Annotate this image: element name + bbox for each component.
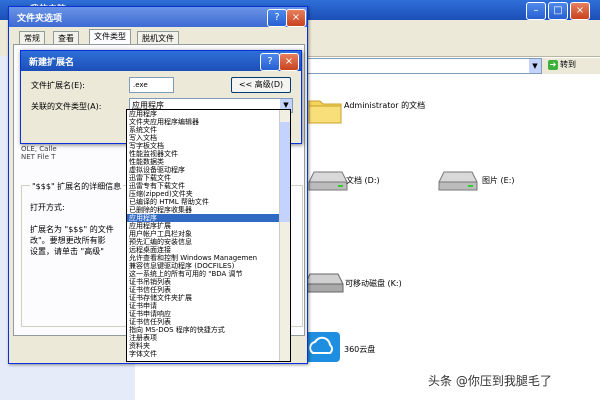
watermark-text: 头条 @你压到我腿毛了 xyxy=(428,374,552,388)
cloud-drive-label[interactable]: 360云盘 xyxy=(344,344,375,355)
dropdown-option[interactable]: 证书信任列表 xyxy=(127,286,279,294)
dropdown-option[interactable]: 性能数据类 xyxy=(127,158,279,166)
dropdown-option[interactable]: 应用程序扩展 xyxy=(127,222,279,230)
details-text: 扩展名为 "$$$" 的文件 xyxy=(30,225,114,234)
dropdown-option[interactable]: 写字板文档 xyxy=(127,142,279,150)
explorer-window-buttons: – □ × xyxy=(526,2,596,20)
dropdown-option[interactable]: 字体文件 xyxy=(127,350,279,358)
address-bar: ▼ ➔ 转到 xyxy=(300,58,600,74)
extension-input[interactable]: .exe xyxy=(129,77,174,93)
close-icon[interactable]: × xyxy=(570,2,590,20)
folder-item-label[interactable]: Administrator 的文档 xyxy=(344,100,454,111)
drive-e-label[interactable]: 图片 (E:) xyxy=(482,175,515,186)
dropdown-option[interactable]: 证书信任列表 xyxy=(127,318,279,326)
chevron-down-icon[interactable]: ▼ xyxy=(529,59,541,73)
dropdown-option[interactable]: 证书存储文件夹扩展 xyxy=(127,294,279,302)
address-input[interactable]: ▼ xyxy=(300,58,542,74)
dropdown-option[interactable]: 文件夹应用程序编辑器 xyxy=(127,118,279,126)
details-heading: "$$$" 扩展名的详细信息 xyxy=(30,181,124,192)
folder-icon[interactable] xyxy=(308,96,342,124)
dropdown-option[interactable]: 允许查看和控制 Windows Managemen xyxy=(127,254,279,262)
advanced-button[interactable]: << 高级(D) xyxy=(231,77,291,93)
help-icon[interactable]: ? xyxy=(260,53,280,71)
dropdown-option[interactable]: 迅雷下载文件 xyxy=(127,174,279,182)
dropdown-option[interactable]: 已删除的程序收集器 xyxy=(127,206,279,214)
dropdown-option[interactable]: 迅雷专有下载文件 xyxy=(127,182,279,190)
dropdown-option[interactable]: 指向 MS-DOS 程序的快捷方式 xyxy=(127,326,279,334)
dropdown-option[interactable]: 远程桌面连接 xyxy=(127,246,279,254)
dropdown-option[interactable]: 资料夹 xyxy=(127,342,279,350)
new-extension-titlebar: 新建扩展名 ? × xyxy=(21,51,301,71)
folder-options-titlebar: 文件夹选项 ? × xyxy=(9,7,307,27)
tab-offline-files[interactable]: 脱机文件 xyxy=(137,31,179,45)
help-icon[interactable]: ? xyxy=(267,9,287,27)
minimize-icon[interactable]: – xyxy=(526,2,546,20)
go-arrow-icon: ➔ xyxy=(548,59,558,70)
go-button[interactable]: ➔ 转到 xyxy=(548,58,598,72)
drive-icon[interactable] xyxy=(438,170,478,192)
list-item[interactable]: NET File T xyxy=(21,153,131,161)
close-icon[interactable]: × xyxy=(279,53,299,71)
dropdown-option[interactable]: 已编译的 HTML 帮助文件 xyxy=(127,198,279,206)
tab-general[interactable]: 常规 xyxy=(19,31,45,45)
file-type-dropdown-list[interactable]: 应用程序 文件夹应用程序编辑器 系统文件 写入文档 写字板文档 性能监视器文件 性能数据类虚… xyxy=(126,109,291,362)
drive-k-label[interactable]: 可移动磁盘 (K:) xyxy=(345,278,402,289)
dropdown-option[interactable]: 写入文档 xyxy=(127,134,279,142)
dropdown-option[interactable]: 证书申请 xyxy=(127,302,279,310)
details-text: 设置，请单击 "高级" xyxy=(30,247,104,256)
dropdown-option[interactable]: 虚拟设备驱动程序 xyxy=(127,166,279,174)
dropdown-option[interactable]: 应用程序 xyxy=(127,110,279,118)
dropdown-option[interactable]: 应用程序 xyxy=(127,214,279,222)
dropdown-option[interactable]: 预先汇编的安装信息 xyxy=(127,238,279,246)
dropdown-option[interactable]: 系统文件 xyxy=(127,126,279,134)
open-with-label: 打开方式: xyxy=(30,203,65,212)
dropdown-option[interactable]: 证书吊销列表 xyxy=(127,278,279,286)
dropdown-option[interactable]: 压缩(zipped)文件夹 xyxy=(127,190,279,198)
dropdown-option[interactable]: 这一系统上的所有可用的 "BDA 调节 xyxy=(127,270,279,278)
scrollbar-thumb[interactable] xyxy=(280,122,290,222)
tab-view[interactable]: 查看 xyxy=(53,31,79,45)
drive-d-label[interactable]: 文档 (D:) xyxy=(346,175,380,186)
drive-icon[interactable] xyxy=(308,170,348,192)
dropdown-option[interactable]: 用户帐户工具栏对象 xyxy=(127,230,279,238)
dropdown-option[interactable]: 注册表项 xyxy=(127,334,279,342)
file-type-list[interactable]: OLE, Calle NET File T xyxy=(21,145,131,171)
list-item[interactable]: OLE, Calle xyxy=(21,145,131,153)
close-icon[interactable]: × xyxy=(286,9,306,27)
details-text: 改"。要想更改所有影 xyxy=(30,236,106,245)
cloud-drive-icon[interactable] xyxy=(304,332,340,362)
dropdown-scrollbar[interactable] xyxy=(279,110,290,361)
dropdown-option[interactable]: 性能监视器文件 xyxy=(127,150,279,158)
extension-label: 文件扩展名(E): xyxy=(31,81,85,90)
tab-file-types[interactable]: 文件类型 xyxy=(89,29,131,45)
new-extension-title: 新建扩展名 xyxy=(29,58,75,68)
associated-type-label: 关联的文件类型(A): xyxy=(31,102,102,111)
go-button-label: 转到 xyxy=(560,60,576,69)
dropdown-items: 应用程序 文件夹应用程序编辑器 系统文件 写入文档 写字板文档 性能监视器文件 性能数据类虚… xyxy=(127,110,279,358)
folder-options-title: 文件夹选项 xyxy=(17,14,63,24)
removable-drive-icon[interactable] xyxy=(304,272,344,294)
dropdown-option[interactable]: 证书申请响应 xyxy=(127,310,279,318)
maximize-icon[interactable]: □ xyxy=(548,2,568,20)
dropdown-option[interactable]: 兼容信息键驱动程序 (DOCFILES) xyxy=(127,262,279,270)
